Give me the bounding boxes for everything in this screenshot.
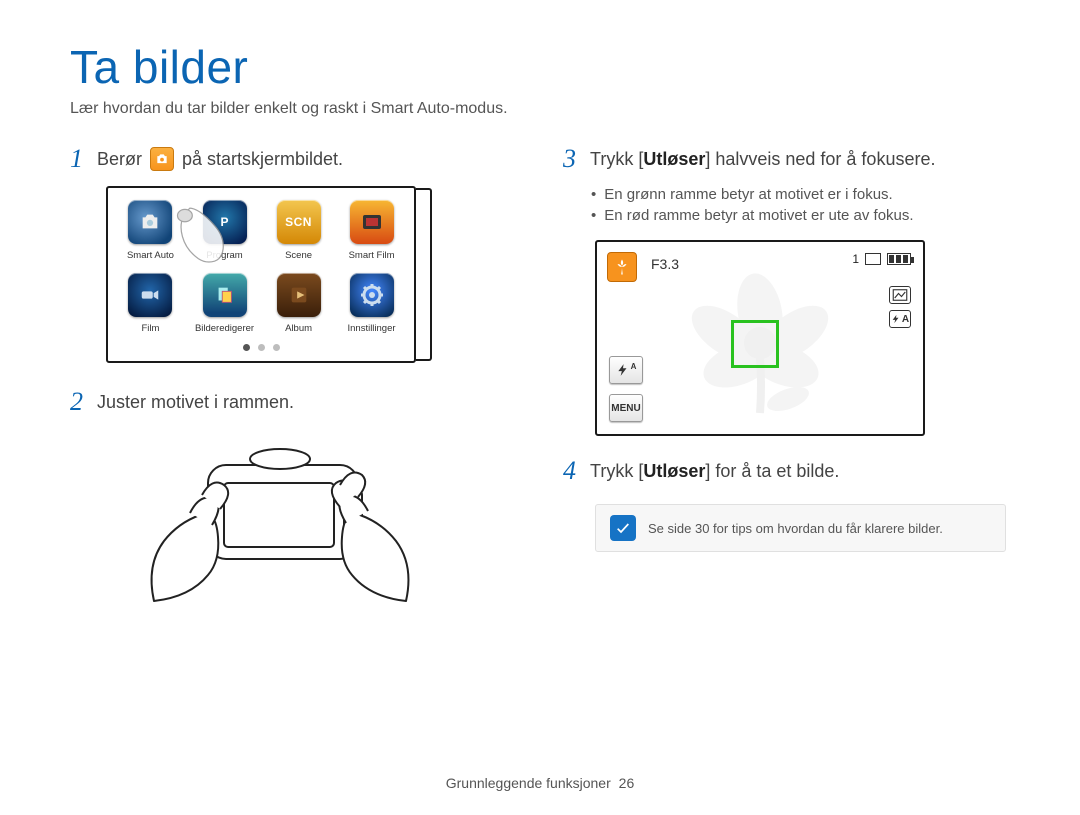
step-3: 3 Trykk [Utløser] halvveis ned for å fok… [563, 146, 1010, 436]
shots-remaining: 1 [852, 252, 859, 266]
step-text-after: på startskjermbildet. [182, 149, 343, 170]
smart-auto-inline-icon [150, 147, 174, 171]
film-strip-icon [350, 200, 394, 244]
battery-icon [887, 253, 911, 265]
step-1: 1 Berør på startskjermbildet. Smart Auto [70, 146, 517, 363]
step-number: 4 [563, 458, 576, 484]
page-subtitle: Lær hvordan du tar bilder enkelt og rask… [70, 100, 1010, 118]
step-4: 4 Trykk [Utløser] for å ta et bilde. [563, 458, 1010, 484]
app-label: Smart Film [349, 250, 395, 261]
step-number: 3 [563, 146, 576, 172]
program-icon: P [203, 200, 247, 244]
bullet-focus-green: En grønn ramme betyr at motivet er i fok… [591, 186, 1010, 203]
flash-button[interactable]: A [609, 356, 643, 384]
step-text-before: Trykk [ [590, 461, 643, 481]
step-number: 1 [70, 146, 83, 172]
step-text-after: ] for å ta et bilde. [705, 461, 839, 481]
app-scene[interactable]: SCN Scene [270, 200, 327, 261]
hands-holding-camera-illustration [130, 429, 430, 609]
app-label: Innstillinger [347, 323, 395, 334]
camera-icon [128, 200, 172, 244]
menu-button[interactable]: MENU [609, 394, 643, 422]
app-settings[interactable]: Innstillinger [343, 273, 400, 334]
image-size-icon [889, 286, 911, 304]
footer-section: Grunnleggende funksjoner [446, 775, 611, 791]
app-label: Film [141, 323, 159, 334]
page-title: Ta bilder [70, 40, 1010, 94]
app-smart-film[interactable]: Smart Film [343, 200, 400, 261]
app-album[interactable]: Album [270, 273, 327, 334]
scene-icon: SCN [277, 200, 321, 244]
page-dots [122, 344, 400, 351]
tip-note: Se side 30 for tips om hvordan du får kl… [595, 504, 1006, 552]
sd-card-icon [865, 253, 881, 265]
step-number: 2 [70, 389, 83, 415]
app-program[interactable]: P Program [195, 200, 254, 261]
footer-page-number: 26 [619, 775, 635, 791]
video-camera-icon [128, 273, 172, 317]
app-editor[interactable]: Bilderedigerer [195, 273, 254, 334]
focus-frame [731, 320, 779, 368]
step-text-after: ] halvveis ned for å fokusere. [705, 149, 935, 169]
note-text: Se side 30 for tips om hvordan du får kl… [648, 521, 943, 536]
app-label: Smart Auto [127, 250, 174, 261]
page-footer: Grunnleggende funksjoner 26 [0, 775, 1080, 791]
step-text-bold: Utløser [643, 149, 705, 169]
step-2: 2 Juster motivet i rammen. [70, 389, 517, 614]
app-label: Album [285, 323, 312, 334]
lcd-top-right-status: 1 [852, 252, 911, 266]
app-label: Bilderedigerer [195, 323, 254, 334]
f-number: F3.3 [651, 256, 679, 272]
app-smart-auto[interactable]: Smart Auto [122, 200, 179, 261]
info-icon [610, 515, 636, 541]
camera-lcd-illustration: F3.3 1 A [595, 240, 925, 436]
gear-icon [350, 273, 394, 317]
album-icon [277, 273, 321, 317]
editor-icon [203, 273, 247, 317]
app-label: Scene [285, 250, 312, 261]
flash-auto-indicator: A [889, 310, 911, 328]
home-screen-illustration: Smart Auto P Program SCN Scene [106, 186, 416, 363]
step-text: Juster motivet i rammen. [97, 392, 294, 413]
macro-icon[interactable] [607, 252, 637, 282]
step-text-before: Trykk [ [590, 149, 643, 169]
app-film[interactable]: Film [122, 273, 179, 334]
step-text-bold: Utløser [643, 461, 705, 481]
bullet-focus-red: En rød ramme betyr at motivet er ute av … [591, 207, 1010, 224]
step-text-before: Berør [97, 149, 142, 170]
app-label: Program [206, 250, 242, 261]
